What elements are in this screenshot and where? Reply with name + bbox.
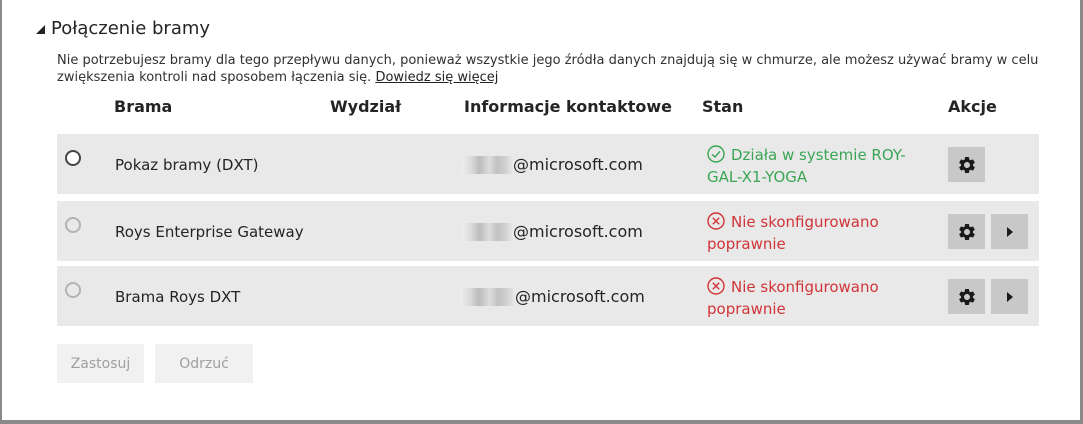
play-arrow-icon: [1006, 226, 1013, 237]
check-circle-icon: [707, 145, 725, 163]
contact-domain: @microsoft.com: [513, 155, 643, 174]
redacted-name: [462, 155, 512, 174]
gateway-row[interactable]: Brama Roys DXT @microsoft.com Nie skonfi…: [57, 266, 1039, 326]
gateway-name: Pokaz bramy (DXT): [115, 156, 259, 174]
column-header-gateway: Brama: [114, 97, 173, 116]
section-title: Połączenie bramy: [51, 18, 211, 39]
gear-icon: [958, 156, 975, 173]
collapse-triangle-icon[interactable]: [36, 25, 45, 34]
expand-button[interactable]: [991, 214, 1028, 249]
gateway-row[interactable]: Pokaz bramy (DXT) @microsoft.com Działa …: [57, 134, 1039, 194]
description-text: Nie potrzebujesz bramy dla tego przepływ…: [57, 53, 1039, 85]
gateway-radio[interactable]: [65, 282, 81, 298]
status-text: Działa w systemie ROY-GAL-X1-YOGA: [707, 146, 906, 186]
gateway-status: Działa w systemie ROY-GAL-X1-YOGA: [707, 144, 937, 188]
gateway-status: Nie skonfigurowano poprawnie: [707, 211, 937, 255]
contact-domain: @microsoft.com: [515, 287, 645, 306]
gateway-radio[interactable]: [65, 150, 81, 166]
discard-button[interactable]: Odrzuć: [155, 344, 253, 383]
play-arrow-icon: [1006, 291, 1013, 302]
column-header-actions: Akcje: [948, 97, 997, 116]
error-circle-icon: [707, 277, 725, 295]
settings-button[interactable]: [948, 147, 985, 182]
gateway-radio[interactable]: [65, 217, 81, 233]
status-text: Nie skonfigurowano poprawnie: [707, 213, 879, 253]
column-header-department: Wydział: [330, 97, 402, 116]
expand-button[interactable]: [991, 279, 1028, 314]
gear-icon: [958, 223, 975, 240]
gateway-name: Roys Enterprise Gateway: [115, 223, 304, 241]
gear-icon: [958, 288, 975, 305]
gateway-name: Brama Roys DXT: [115, 288, 241, 306]
contact-domain: @microsoft.com: [513, 222, 643, 241]
gateway-row[interactable]: Roys Enterprise Gateway @microsoft.com N…: [57, 201, 1039, 261]
section-header[interactable]: Połączenie bramy: [36, 18, 210, 39]
column-header-status: Stan: [702, 97, 744, 116]
column-header-contact: Informacje kontaktowe: [464, 97, 672, 116]
redacted-name: [460, 287, 514, 306]
apply-button[interactable]: Zastosuj: [57, 344, 144, 383]
gateway-contact: @microsoft.com: [460, 287, 645, 306]
settings-button[interactable]: [948, 279, 985, 314]
learn-more-link[interactable]: Dowiedz się więcej: [375, 70, 498, 85]
gateway-status: Nie skonfigurowano poprawnie: [707, 276, 937, 320]
settings-button[interactable]: [948, 214, 985, 249]
redacted-name: [462, 222, 512, 241]
gateway-contact: @microsoft.com: [462, 155, 643, 174]
error-circle-icon: [707, 212, 725, 230]
section-description: Nie potrzebujesz bramy dla tego przepływ…: [57, 52, 1047, 86]
status-text: Nie skonfigurowano poprawnie: [707, 278, 879, 318]
gateway-contact: @microsoft.com: [462, 222, 643, 241]
